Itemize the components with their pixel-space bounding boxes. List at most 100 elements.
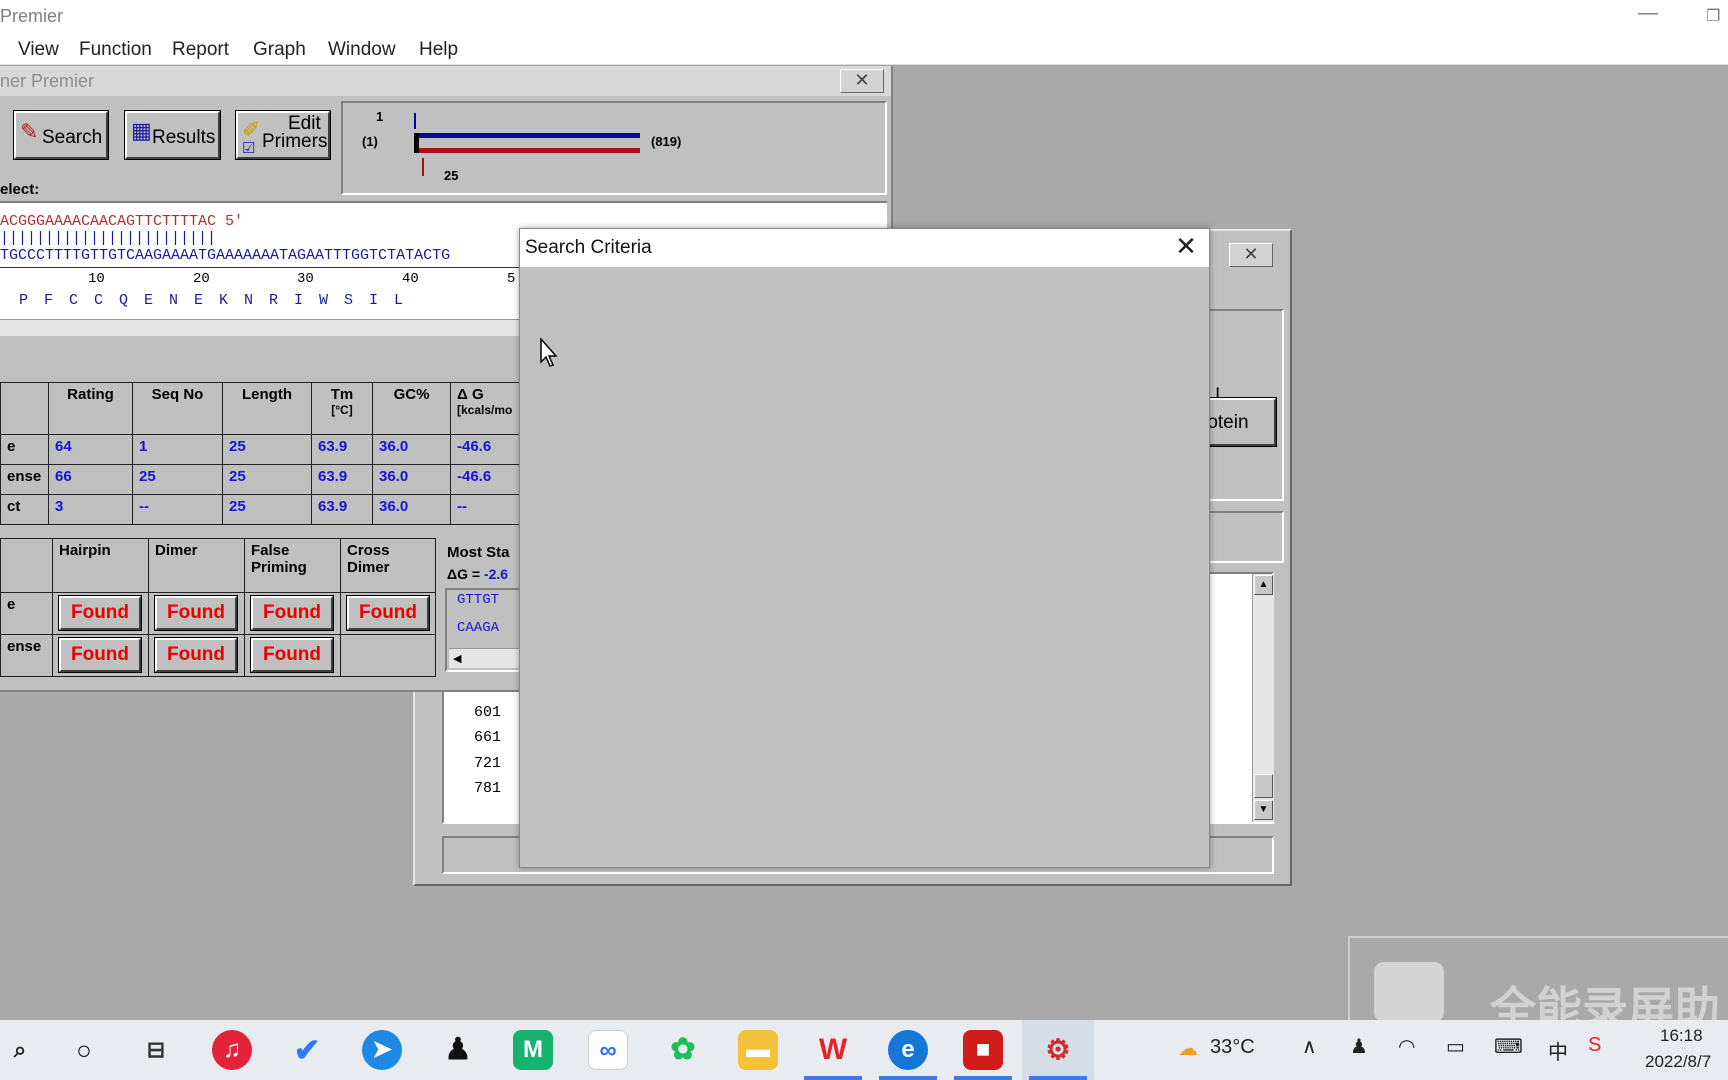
length-header: Length — [222, 382, 312, 435]
analysis-row: e Found Found Found Found — [0, 592, 436, 635]
empty-cell — [340, 634, 436, 677]
app-title: Premier — [0, 6, 64, 26]
scroll-left-arrow-icon[interactable]: ◀ — [449, 648, 523, 668]
camera-icon — [1374, 962, 1444, 1022]
search-button[interactable]: ✎ Search — [13, 110, 109, 160]
recorder-watermark: 全能录屏助 — [1348, 936, 1728, 1035]
sequence-window-close[interactable]: ✕ — [1229, 243, 1273, 267]
edit-label-line2: Primers — [262, 131, 328, 152]
screen-recorder-icon[interactable]: ■ — [963, 1030, 1003, 1070]
menu-help[interactable]: Help — [419, 39, 458, 61]
row-label: e — [0, 434, 49, 465]
primer-premier-icon[interactable]: ⚙ — [1038, 1030, 1078, 1070]
weather-temp[interactable]: 33°C — [1210, 1036, 1255, 1059]
battery-icon[interactable]: ▭ — [1446, 1034, 1465, 1059]
edge-browser-icon[interactable]: e — [888, 1030, 928, 1070]
taskbar: ⌕ ○ ⊟ ♫ ✔ ➤ ♟ M ∞ ✿ ▬ W e ■ ⚙ ☁ 33°C ∧ ♟… — [0, 1020, 1728, 1080]
template-sequence: TGCCCTTTTGTTGTCAAGAAAATGAAAAAAATAGAATTTG… — [0, 247, 451, 264]
feishu-icon[interactable]: ➤ — [362, 1030, 402, 1070]
analysis-corner — [0, 538, 53, 593]
row-label: e — [0, 592, 53, 635]
map-top-position: 1 — [376, 109, 384, 124]
dimer-found-button[interactable]: Found — [154, 637, 238, 673]
restore-button[interactable]: ❐ — [1706, 6, 1720, 26]
ruler-line — [0, 267, 520, 270]
edit-primers-button[interactable]: ✐ ☑ Edit Primers — [235, 110, 331, 160]
netease-music-icon[interactable]: ♫ — [212, 1030, 252, 1070]
sogou-icon[interactable]: S — [1588, 1034, 1601, 1057]
wifi-icon[interactable]: ◠ — [1398, 1034, 1415, 1059]
false-priming-line1: False — [251, 542, 290, 559]
ime-indicator[interactable]: 中 — [1548, 1036, 1568, 1065]
gc-cell: 36.0 — [372, 434, 451, 465]
length-cell: 25 — [222, 434, 312, 465]
scroll-down-arrow-icon[interactable]: ▼ — [1254, 800, 1273, 820]
table-row[interactable]: ense 66 25 25 63.9 36.0 -46.6 — [0, 464, 560, 495]
tm-unit: [°C] — [331, 403, 353, 417]
table-row[interactable]: ct 3 -- 25 63.9 36.0 -- — [0, 494, 560, 525]
window-close-button[interactable]: ✕ — [840, 69, 884, 93]
line-number: 661 — [474, 729, 502, 746]
line-number: 601 — [474, 703, 502, 721]
menu-view[interactable]: View — [18, 39, 59, 61]
dimer-view: GTTGT CAAGA ◀ — [445, 588, 525, 672]
keyboard-icon[interactable]: ⌨ — [1494, 1034, 1523, 1059]
gc-cell: 36.0 — [372, 464, 451, 495]
mindmaster-icon[interactable]: M — [513, 1030, 553, 1070]
table-row[interactable]: e 64 1 25 63.9 36.0 -46.6 — [0, 434, 560, 465]
menu-report[interactable]: Report — [172, 39, 229, 61]
baidu-netdisk-icon[interactable]: ∞ — [588, 1030, 628, 1070]
clock-time[interactable]: 16:18 — [1660, 1026, 1703, 1046]
search-button-label: Search — [42, 127, 103, 148]
search-icon[interactable]: ⌕ — [0, 1030, 40, 1070]
dialog-close-icon[interactable]: ✕ — [1171, 233, 1201, 263]
task-view-icon[interactable]: ⊟ — [136, 1030, 176, 1070]
clock-date[interactable]: 2022/8/7 — [1645, 1052, 1711, 1072]
tasks-check-icon[interactable]: ✔ — [287, 1030, 327, 1070]
most-stable-panel: Most Sta ΔG = -2.6 GTTGT CAAGA ◀ — [440, 538, 525, 678]
most-stable-dg: ΔG = -2.6 — [447, 566, 508, 582]
length-cell: 25 — [222, 464, 312, 495]
dimer-header: Dimer — [148, 538, 245, 593]
menu-function[interactable]: Function — [79, 39, 152, 61]
forward-strand-bar — [414, 133, 640, 138]
false-priming-header: False Priming — [244, 538, 341, 593]
dg-label: ΔG = — [447, 566, 481, 582]
tm-header-label: Tm — [330, 386, 354, 403]
dialog-title-bar: Search Criteria ✕ — [520, 229, 1209, 267]
app-title-bar: Premier — ❐ — [0, 0, 1728, 35]
cross-dimer-found-button[interactable]: Found — [346, 595, 430, 631]
hairpin-found-button[interactable]: Found — [58, 637, 142, 673]
scroll-up-arrow-icon[interactable]: ▲ — [1254, 575, 1273, 595]
results-button[interactable]: ▦ Results — [124, 110, 221, 160]
vertical-scrollbar[interactable]: ▲ ▼ — [1252, 574, 1274, 822]
false-priming-found-button[interactable]: Found — [250, 595, 334, 631]
reverse-primer-marker — [422, 158, 424, 176]
seqno-cell: -- — [132, 494, 223, 525]
menu-graph[interactable]: Graph — [253, 39, 306, 61]
map-bottom-position: 25 — [444, 168, 459, 183]
false-priming-found-button[interactable]: Found — [250, 637, 334, 673]
qq-penguin-icon[interactable]: ♟ — [438, 1030, 478, 1070]
seqno-cell: 1 — [132, 434, 223, 465]
minimize-button[interactable]: — — [1638, 2, 1658, 25]
results-button-label: Results — [152, 127, 216, 148]
hairpin-found-button[interactable]: Found — [58, 595, 142, 631]
gc-header: GC% — [372, 382, 451, 435]
chevron-up-icon[interactable]: ∧ — [1302, 1034, 1317, 1059]
file-explorer-icon[interactable]: ▬ — [738, 1030, 778, 1070]
wps-icon[interactable]: W — [813, 1030, 853, 1070]
protein-button[interactable]: rotein — [1198, 397, 1277, 447]
gc-cell: 36.0 — [372, 494, 451, 525]
dimer-strand-bottom: CAAGA — [457, 620, 500, 636]
scroll-thumb[interactable] — [1254, 774, 1273, 798]
cortana-icon[interactable]: ○ — [64, 1030, 104, 1070]
menu-window[interactable]: Window — [328, 39, 396, 61]
qq-tray-icon[interactable]: ♟ — [1350, 1034, 1368, 1059]
flashlight-icon: ✎ — [20, 119, 39, 144]
wechat-icon[interactable]: ✿ — [663, 1030, 703, 1070]
dimer-found-button[interactable]: Found — [154, 595, 238, 631]
table-icon: ▦ — [131, 118, 152, 143]
dimer-strand-top: GTTGT — [457, 592, 500, 608]
rating-cell: 66 — [48, 464, 133, 495]
